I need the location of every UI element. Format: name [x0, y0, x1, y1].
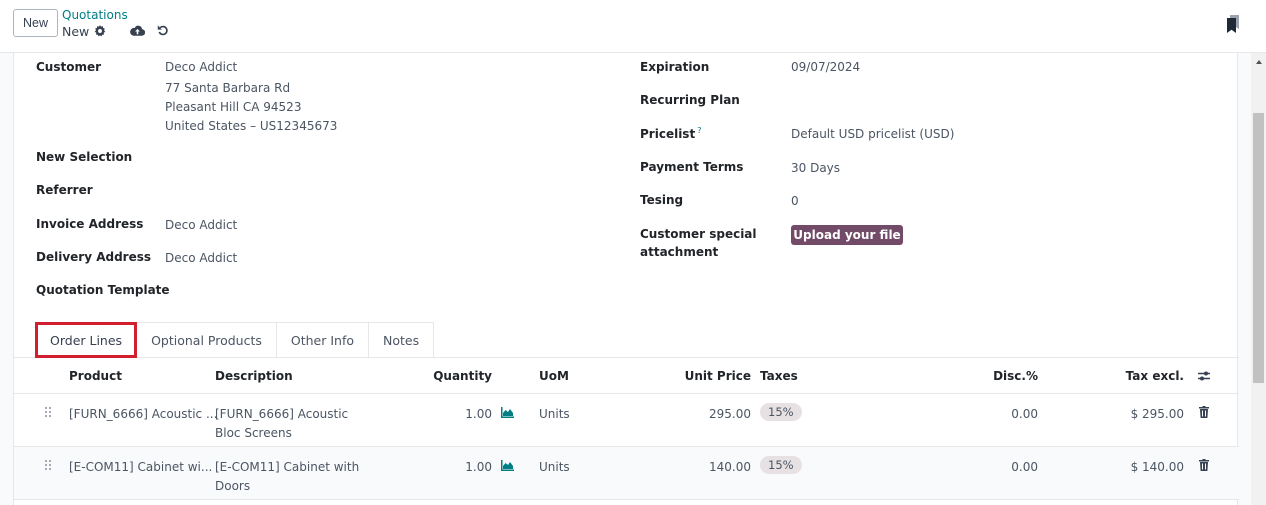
pricelist-help-icon[interactable]: ? [697, 126, 701, 135]
column-header-unit-price[interactable]: Unit Price [685, 369, 751, 383]
scroll-thumb[interactable] [1253, 113, 1264, 383]
column-header-tax-excl[interactable]: Tax excl. [1126, 369, 1184, 383]
bookmark-icon[interactable] [1226, 15, 1240, 33]
tesing-field[interactable]: 0 [791, 194, 799, 208]
expiration-label: Expiration [640, 60, 710, 74]
cloud-upload-icon[interactable] [130, 24, 145, 37]
breadcrumb-current: New [62, 24, 90, 39]
unit-price-cell[interactable]: 140.00 [709, 458, 751, 477]
column-header-product[interactable]: Product [69, 369, 122, 383]
pricelist-field[interactable]: Default USD pricelist (USD) [791, 127, 954, 141]
forecast-chart-icon[interactable] [500, 460, 514, 471]
vertical-scrollbar[interactable] [1251, 53, 1266, 505]
control-panel: New Quotations New [0, 0, 1266, 53]
tesing-label: Tesing [640, 193, 684, 207]
description-line2[interactable]: Doors [215, 477, 250, 496]
trash-icon[interactable] [1199, 459, 1209, 471]
description-line1[interactable]: [E-COM11] Cabinet with [215, 458, 359, 477]
recurring-plan-label: Recurring Plan [640, 93, 740, 107]
optional-columns-toggle-icon[interactable] [1197, 370, 1211, 382]
forecast-chart-icon[interactable] [500, 407, 514, 418]
special-attachment-label-line2: attachment [640, 245, 719, 259]
tax-badge[interactable]: 15% [760, 456, 802, 474]
payment-terms-label: Payment Terms [640, 160, 744, 174]
undo-icon[interactable] [157, 24, 169, 37]
quotation-template-label: Quotation Template [36, 283, 170, 297]
table-row[interactable]: [E-COM11] Cabinet wi... [E-COM11] Cabine… [14, 447, 1239, 500]
order-lines-table: Product Description Quantity UoM Unit Pr… [14, 358, 1239, 500]
gear-icon[interactable] [94, 25, 106, 37]
unit-price-cell[interactable]: 295.00 [709, 405, 751, 424]
notebook-tabs: Order Lines Optional Products Other Info… [35, 322, 435, 358]
form-sheet: Customer Deco Addict 77 Santa Barbara Rd… [13, 53, 1239, 505]
trash-icon[interactable] [1199, 406, 1209, 418]
column-header-quantity[interactable]: Quantity [433, 369, 492, 383]
new-selection-label: New Selection [36, 150, 133, 164]
new-button[interactable]: New [13, 9, 58, 37]
tax-badge[interactable]: 15% [760, 403, 802, 421]
discount-cell[interactable]: 0.00 [1011, 405, 1038, 424]
subtotal-cell: $ 295.00 [1130, 407, 1184, 421]
product-cell[interactable]: [FURN_6666] Acoustic ... [69, 405, 217, 424]
tab-notes[interactable]: Notes [368, 322, 435, 358]
quantity-cell[interactable]: 1.00 [465, 405, 492, 424]
customer-address-line1: 77 Santa Barbara Rd [165, 81, 291, 95]
column-header-uom[interactable]: UoM [539, 369, 569, 383]
drag-handle-icon[interactable] [44, 406, 52, 418]
uom-cell[interactable]: Units [539, 405, 570, 424]
scroll-up-arrow-icon[interactable] [1251, 57, 1266, 67]
upload-file-button[interactable]: Upload your file [791, 225, 903, 245]
quantity-cell[interactable]: 1.00 [465, 458, 492, 477]
table-row[interactable]: [FURN_6666] Acoustic ... [FURN_6666] Aco… [14, 394, 1239, 447]
invoice-address-field[interactable]: Deco Addict [165, 218, 237, 232]
breadcrumb-quotations[interactable]: Quotations [62, 8, 128, 22]
product-cell[interactable]: [E-COM11] Cabinet wi... [69, 458, 212, 477]
uom-cell[interactable]: Units [539, 458, 570, 477]
drag-handle-icon[interactable] [44, 459, 52, 471]
customer-address-line2: Pleasant Hill CA 94523 [165, 100, 302, 114]
referrer-label: Referrer [36, 183, 93, 197]
delivery-address-label: Delivery Address [36, 250, 152, 264]
column-header-taxes[interactable]: Taxes [760, 369, 798, 383]
column-header-description[interactable]: Description [215, 369, 293, 383]
subtotal-cell: $ 140.00 [1130, 460, 1184, 474]
pricelist-label: Pricelist? [640, 126, 701, 141]
description-line1[interactable]: [FURN_6666] Acoustic [215, 405, 348, 424]
column-header-discount[interactable]: Disc.% [993, 369, 1038, 383]
delivery-address-field[interactable]: Deco Addict [165, 251, 237, 265]
customer-label: Customer [36, 60, 102, 74]
tab-order-lines[interactable]: Order Lines [35, 322, 138, 358]
tab-other-info[interactable]: Other Info [275, 322, 369, 358]
invoice-address-label: Invoice Address [36, 217, 144, 231]
table-header: Product Description Quantity UoM Unit Pr… [14, 358, 1239, 394]
description-line2[interactable]: Bloc Screens [215, 424, 292, 443]
payment-terms-field[interactable]: 30 Days [791, 161, 840, 175]
pricelist-label-text: Pricelist [640, 127, 696, 141]
special-attachment-label-line1: Customer special [640, 227, 757, 241]
tab-optional-products[interactable]: Optional Products [136, 322, 277, 358]
customer-address-line3: United States – US12345673 [165, 119, 338, 133]
discount-cell[interactable]: 0.00 [1011, 458, 1038, 477]
expiration-field[interactable]: 09/07/2024 [791, 60, 860, 74]
customer-field[interactable]: Deco Addict [165, 60, 237, 74]
